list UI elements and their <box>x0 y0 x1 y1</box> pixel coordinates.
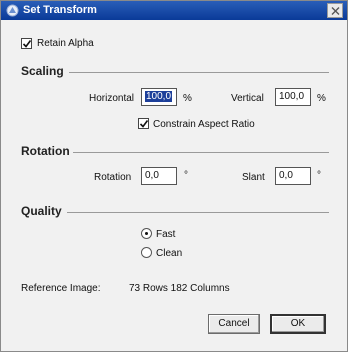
rotation-separator <box>73 152 329 153</box>
cancel-button[interactable]: Cancel <box>208 314 260 334</box>
fast-label: Fast <box>156 229 176 240</box>
radio-selected-dot <box>145 232 148 235</box>
quality-section-title: Quality <box>21 204 62 218</box>
slant-input[interactable]: 0,0 <box>275 167 311 185</box>
close-icon <box>331 7 340 15</box>
rotation-label: Rotation <box>94 172 132 183</box>
constrain-aspect-checkbox[interactable] <box>138 118 149 129</box>
vertical-unit: % <box>317 93 326 104</box>
close-button[interactable] <box>327 3 343 18</box>
checkmark-icon <box>139 120 149 128</box>
scaling-separator <box>69 72 329 73</box>
fast-radio[interactable] <box>141 228 152 239</box>
set-transform-dialog: Set Transform Retain Alpha Scaling Horiz… <box>0 0 348 352</box>
horizontal-scale-input[interactable]: 100,0 <box>141 88 177 106</box>
vertical-scale-input[interactable]: 100,0 <box>275 88 311 106</box>
title-bar[interactable]: Set Transform <box>1 1 347 20</box>
quality-separator <box>67 212 329 213</box>
rotation-section-title: Rotation <box>21 144 70 158</box>
reference-image-label: Reference Image: <box>21 283 101 294</box>
constrain-aspect-label: Constrain Aspect Ratio <box>153 119 255 130</box>
reference-image-value: 73 Rows 182 Columns <box>129 283 230 294</box>
vertical-label: Vertical <box>231 93 264 104</box>
clean-label: Clean <box>156 248 183 259</box>
retain-alpha-label: Retain Alpha <box>37 38 94 49</box>
app-icon <box>6 4 19 17</box>
scaling-section-title: Scaling <box>21 64 64 78</box>
retain-alpha-checkbox[interactable] <box>21 38 32 49</box>
rotation-input[interactable]: 0,0 <box>141 167 177 185</box>
horizontal-unit: % <box>183 93 192 104</box>
horizontal-label: Horizontal <box>89 93 135 104</box>
checkmark-icon <box>22 40 32 48</box>
horizontal-scale-value: 100,0 <box>145 91 173 102</box>
ok-button[interactable]: OK <box>270 314 326 334</box>
slant-unit: ° <box>317 170 321 181</box>
clean-radio[interactable] <box>141 247 152 258</box>
slant-label: Slant <box>242 172 265 183</box>
window-title: Set Transform <box>23 4 97 16</box>
rotation-unit: ° <box>184 170 188 181</box>
